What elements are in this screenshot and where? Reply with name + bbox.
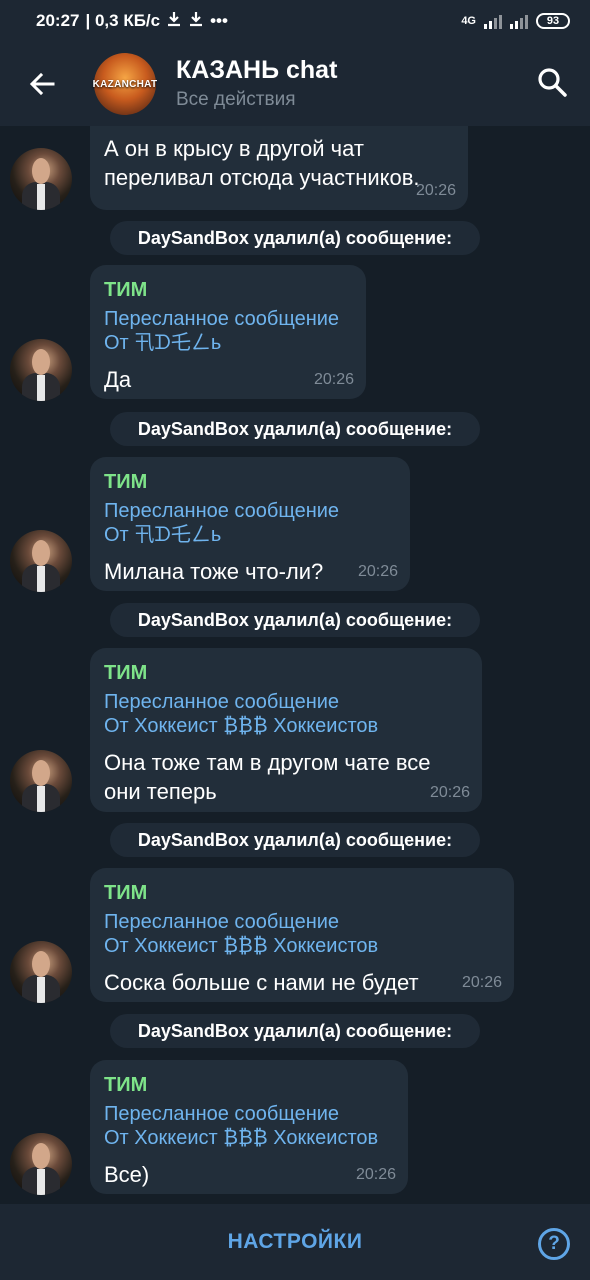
forwarded-label: Пересланное сообщение [104, 500, 340, 522]
message-text: Все) [104, 1162, 150, 1187]
download-icon [188, 11, 204, 32]
status-time: 20:27 [36, 11, 80, 30]
download-icon [166, 11, 182, 32]
sender-avatar[interactable] [10, 1133, 72, 1195]
message-text: Соска больше с нами не будет [104, 970, 419, 995]
chat-header: KAZANCHAT КАЗАНЬ chat Все действия [0, 42, 590, 126]
service-message: DaySandBox удалил(а) сообщение: [110, 412, 480, 446]
message-bubble[interactable]: ТИМ Пересланное сообщение От Хоккеист ₿₿… [90, 868, 514, 1002]
search-icon [538, 68, 567, 97]
sender-name[interactable]: ТИМ [104, 660, 468, 686]
service-text: DaySandBox удалил(а) сообщение: [137, 829, 453, 850]
arrow-left-icon [29, 72, 55, 96]
message-text: А он в крысу в другой чат переливал отсю… [104, 136, 420, 190]
message-list[interactable]: А он в крысу в другой чат переливал отсю… [0, 126, 590, 1204]
more-notifications-icon: ••• [210, 11, 228, 30]
message-bubble[interactable]: А он в крысу в другой чат переливал отсю… [90, 126, 468, 210]
status-speed: | 0,3 КБ/с [85, 11, 161, 30]
service-message: DaySandBox удалил(а) сообщение: [110, 823, 480, 857]
forwarded-from[interactable]: От 卂ᗪ乇ㄥь [104, 523, 396, 547]
battery-icon: 93 [536, 13, 570, 29]
sender-avatar[interactable] [10, 530, 72, 592]
forwarded-label: Пересланное сообщение [104, 308, 340, 330]
signal-icon [510, 13, 528, 29]
forwarded-from[interactable]: От Хоккеист ₿₿₿ Хоккеистов [104, 934, 500, 958]
message-time: 20:26 [357, 563, 398, 580]
forwarded-from[interactable]: От Хоккеист ₿₿₿ Хоккеистов [104, 714, 468, 738]
message-bubble[interactable]: ТИМ Пересланное сообщение От Хоккеист ₿₿… [90, 1060, 408, 1194]
message-time: 20:26 [415, 182, 456, 199]
message-time: 20:26 [461, 974, 502, 991]
message-bubble[interactable]: ТИМ Пересланное сообщение От Хоккеист ₿₿… [90, 648, 482, 812]
chat-avatar-logo: KAZANCHAT [92, 78, 158, 90]
search-button[interactable] [536, 66, 572, 102]
message-text: Она тоже там в другом чате все они тепер… [104, 750, 431, 804]
service-message: DaySandBox удалил(а) сообщение: [110, 221, 480, 255]
sender-avatar[interactable] [10, 750, 72, 812]
bottom-bar: НАСТРОЙКИ ? [0, 1204, 590, 1280]
battery-level: 93 [546, 15, 560, 27]
service-text: DaySandBox удалил(а) сообщение: [137, 418, 453, 439]
forwarded-label: Пересланное сообщение [104, 1103, 340, 1125]
chat-avatar[interactable]: KAZANCHAT [92, 53, 158, 115]
sender-avatar[interactable] [10, 148, 72, 210]
network-type: 4G [461, 15, 476, 27]
sender-name[interactable]: ТИМ [104, 469, 396, 495]
message-bubble[interactable]: ТИМ Пересланное сообщение От 卂ᗪ乇ㄥь Милан… [90, 457, 410, 591]
forwarded-label: Пересланное сообщение [104, 691, 340, 713]
chat-subtitle: Все действия [176, 89, 296, 110]
message-time: 20:26 [355, 1166, 396, 1183]
sender-avatar[interactable] [10, 339, 72, 401]
forwarded-label: Пересланное сообщение [104, 911, 340, 933]
service-message: DaySandBox удалил(а) сообщение: [110, 1014, 480, 1048]
service-text: DaySandBox удалил(а) сообщение: [137, 1020, 453, 1041]
settings-button[interactable]: НАСТРОЙКИ [228, 1230, 363, 1254]
question-icon: ? [548, 1233, 560, 1254]
service-text: DaySandBox удалил(а) сообщение: [137, 227, 453, 248]
help-button[interactable]: ? [538, 1228, 570, 1260]
service-message: DaySandBox удалил(а) сообщение: [110, 603, 480, 637]
sender-avatar[interactable] [10, 941, 72, 1003]
message-text: Милана тоже что-ли? [104, 559, 324, 584]
message-bubble[interactable]: ТИМ Пересланное сообщение От 卂ᗪ乇ㄥь Да 20… [90, 265, 366, 399]
message-time: 20:26 [313, 371, 354, 388]
message-time: 20:26 [429, 784, 470, 801]
chat-title-block[interactable]: КАЗАНЬ chat Все действия [176, 55, 337, 113]
telegram-admin-log-screen: 20:27 | 0,3 КБ/с ••• 4G 93 KAZANCHAT КАЗ… [0, 0, 590, 1280]
sender-name[interactable]: ТИМ [104, 1072, 394, 1098]
sender-name[interactable]: ТИМ [104, 277, 352, 303]
back-button[interactable] [0, 42, 84, 126]
signal-icon [484, 13, 502, 29]
status-bar: 20:27 | 0,3 КБ/с ••• 4G 93 [0, 0, 590, 42]
sender-name[interactable]: ТИМ [104, 880, 500, 906]
chat-title: КАЗАНЬ chat [176, 56, 338, 84]
service-text: DaySandBox удалил(а) сообщение: [137, 609, 453, 630]
forwarded-from[interactable]: От 卂ᗪ乇ㄥь [104, 331, 352, 355]
forwarded-from[interactable]: От Хоккеист ₿₿₿ Хоккеистов [104, 1126, 394, 1150]
